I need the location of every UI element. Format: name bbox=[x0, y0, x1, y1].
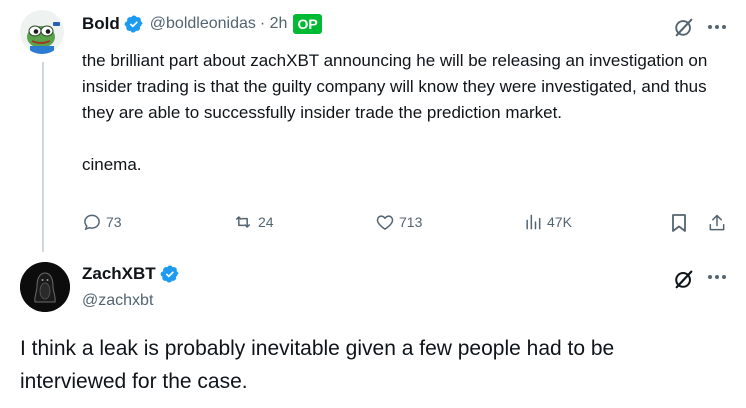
penguin-avatar-image bbox=[20, 262, 70, 312]
grok-icon[interactable] bbox=[672, 16, 696, 38]
repost-icon bbox=[236, 216, 250, 228]
avatar-bold[interactable] bbox=[20, 10, 64, 54]
views-button[interactable]: 47K bbox=[523, 212, 572, 232]
thread-connector-line bbox=[42, 62, 44, 252]
views-count: 47K bbox=[547, 214, 572, 230]
repost-count: 24 bbox=[258, 214, 274, 230]
reply-button[interactable]: 73 bbox=[82, 212, 122, 232]
more-icon[interactable] bbox=[706, 16, 728, 38]
reply-tweet-paragraph: cinema. bbox=[82, 155, 142, 174]
reply-tweet-paragraph: the brilliant part about zachXBT announc… bbox=[82, 51, 708, 122]
main-author-handle[interactable]: @zachxbt bbox=[82, 292, 153, 310]
bookmark-icon[interactable] bbox=[668, 212, 690, 234]
grok-icon[interactable] bbox=[672, 268, 696, 290]
more-icon[interactable] bbox=[706, 266, 728, 288]
reply-icon bbox=[84, 214, 100, 231]
reply-tweet-text: the brilliant part about zachXBT announc… bbox=[82, 48, 722, 178]
like-count: 713 bbox=[399, 214, 423, 230]
avatar-zachxbt[interactable] bbox=[20, 262, 70, 312]
op-badge: OP bbox=[293, 14, 322, 34]
main-tweet-text: I think a leak is probably inevitable gi… bbox=[20, 337, 615, 393]
like-button[interactable]: 713 bbox=[375, 212, 422, 232]
pepe-avatar-image bbox=[20, 10, 64, 54]
reply-author-name[interactable]: Bold bbox=[82, 14, 120, 34]
like-icon bbox=[376, 215, 394, 230]
main-author-name[interactable]: ZachXBT bbox=[82, 264, 156, 284]
reply-tweet-header: Bold @boldleonidas · 2h OP bbox=[82, 14, 322, 34]
repost-button[interactable]: 24 bbox=[232, 212, 274, 232]
reply-timestamp[interactable]: · 2h bbox=[260, 15, 288, 33]
verified-icon bbox=[160, 264, 180, 284]
main-tweet-header: ZachXBT bbox=[82, 264, 180, 284]
share-icon[interactable] bbox=[706, 212, 728, 234]
views-icon bbox=[526, 214, 541, 230]
reply-author-handle[interactable]: @boldleonidas bbox=[150, 15, 256, 33]
reply-count: 73 bbox=[106, 214, 122, 230]
verified-icon bbox=[124, 14, 144, 34]
